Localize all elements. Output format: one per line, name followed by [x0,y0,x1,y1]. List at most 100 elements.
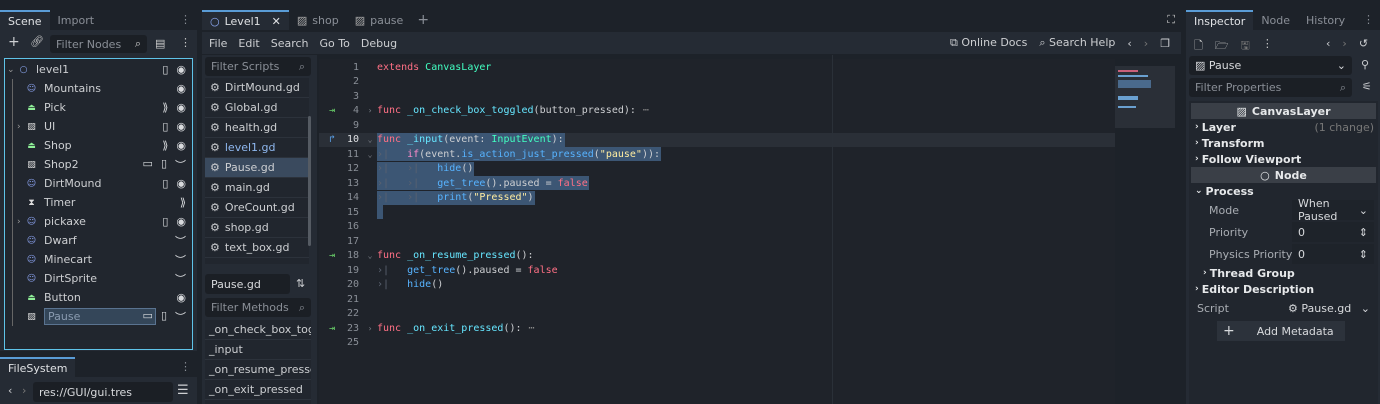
code-line[interactable]: ↱ 10 ⌄ func _input (event: InputEvent): [319,132,1115,147]
code-line[interactable]: 1 extends CanvasLayer [319,60,1115,75]
script-item[interactable]: ⚙ health.gd [205,118,309,138]
eye-icon[interactable]: ◉ [176,291,186,304]
add-tab-icon[interactable]: + [417,12,429,28]
object-history-icon[interactable]: ↺ [1359,37,1368,50]
spinbox[interactable]: 0 ⇕ [1292,222,1374,242]
eye-icon[interactable]: ◉ [176,120,186,133]
fold-open-icon[interactable]: ⌄ [363,135,377,144]
tree-item-pickaxe[interactable]: › ☺ pickaxe ▯ ◉ [5,212,192,231]
chevron-down-icon[interactable]: ⌄ [7,65,15,75]
tree-item-dirtmound[interactable]: ☺ DirtMound ▯ ◉ [5,174,192,193]
code-line[interactable]: ⇥ 4 › func _on_check_box_toggled (button_pre… [319,104,1115,119]
section-editor-description[interactable]: › Editor Description [1189,281,1378,297]
script-icon[interactable]: ▯ [161,157,167,173]
hidden-icon[interactable]: ︶ [175,309,186,325]
tab-filesystem[interactable]: FileSystem [0,357,76,377]
script-list-scrollbar[interactable] [308,116,311,246]
folded-code-icon[interactable]: ⋯ [637,105,649,116]
doc-icon[interactable]: ⚲ [1361,58,1369,71]
fold-open-icon[interactable]: ⌄ [363,251,377,260]
script-item[interactable]: ⚙ OreCount.gd [205,198,309,218]
property-options-icon[interactable]: ⚟ [1362,80,1372,93]
code-line[interactable]: 16 [319,220,1115,235]
link-icon[interactable]: 🔗︎ [30,35,44,48]
hidden-icon[interactable]: ︶ [175,271,186,287]
eye-icon[interactable]: ◉ [176,215,186,228]
code-line[interactable]: ⇥ 18 ⌄ func _on_resume_pressed (): [319,249,1115,264]
add-node-icon[interactable]: + [8,34,20,50]
fold-closed-icon[interactable]: › [363,106,377,115]
eye-icon[interactable]: ◉ [176,82,186,95]
chevron-right-icon[interactable]: › [17,217,21,227]
method-list[interactable]: _on_check_box_tog..._input_on_resume_pre… [205,320,311,404]
eye-icon[interactable]: ◉ [176,177,186,190]
menu-go-to[interactable]: Go To [320,37,350,50]
code-line[interactable]: 3 [319,89,1115,104]
new-resource-icon[interactable]: 🗋︎ [1194,37,1203,56]
override-icon[interactable]: ↱ [319,134,335,145]
section-transform[interactable]: › Transform [1189,135,1378,151]
filter-properties-input[interactable]: Filter Properties ⌕ [1189,78,1352,97]
script-item[interactable]: ⚙ Pause.gd [205,158,309,178]
code-line[interactable]: 15 [319,205,1115,220]
signal-icon[interactable]: ⟫ [162,139,168,152]
fold-open-icon[interactable]: ⌄ [363,150,377,159]
code-editor[interactable]: 1 extends CanvasLayer 2 3 ⇥ 4 › func _on_check_… [319,59,1115,404]
code-line[interactable]: 17 [319,234,1115,249]
back-icon[interactable]: ‹ [8,384,12,397]
forward-icon[interactable]: › [22,384,26,397]
add-metadata-button[interactable]: + Add Metadata [1217,321,1345,341]
script-icon[interactable]: ▯ [162,177,168,190]
tree-item-dirtsprite[interactable]: ☺ DirtSprite ︶ [5,269,192,288]
script-item[interactable]: ⚙ Global.gd [205,98,309,118]
chevron-right-icon[interactable]: › [17,122,21,132]
open-folder-icon[interactable]: 🗁︎ [1215,37,1229,56]
filter-scripts-input[interactable]: Filter Scripts ⌕ [205,57,311,76]
spinbox[interactable]: 0 ⇕ [1292,244,1374,264]
back-icon[interactable]: ‹ [1326,37,1330,50]
eye-icon[interactable]: ◉ [176,101,186,114]
menu-file[interactable]: File [209,37,227,50]
code-line[interactable]: 9 [319,118,1115,133]
script-item[interactable]: ⚙ DirtMound.gd [205,78,309,98]
tree-item-minecart[interactable]: ☺ Minecart ︶ [5,250,192,269]
menu-debug[interactable]: Debug [361,37,397,50]
dock-menu-icon[interactable]: ⋮ [180,13,191,26]
path-field[interactable]: res://GUI/gui.tres [33,382,173,402]
object-selector[interactable]: ▨ Pause ⌄ [1189,56,1352,75]
tree-item-pick[interactable]: ⏏ Pick ⟫ ◉ [5,98,192,117]
tree-item-button[interactable]: ⏏ Button ◉ [5,288,192,307]
code-line[interactable]: 22 [319,307,1115,322]
section-layer[interactable]: › Layer (1 change) [1189,119,1378,135]
tree-item-level1[interactable]: ⌄ ○ level1 ▯ ◉ [5,60,192,79]
float-window-icon[interactable]: ❐ [1160,37,1170,50]
signal-connection-icon[interactable]: ⇥ [319,250,335,261]
hidden-icon[interactable]: ︶ [175,157,186,173]
code-line[interactable]: 2 [319,75,1115,90]
more-icon[interactable]: ⋮ [180,36,191,49]
hidden-icon[interactable]: ︶ [175,252,186,268]
dock-menu-icon[interactable]: ⋮ [180,360,191,373]
section-thread-group[interactable]: › Thread Group [1189,265,1378,281]
signal-icon[interactable]: ⟫ [180,196,186,209]
script-item[interactable]: ⚙ main.gd [205,178,309,198]
code-line[interactable]: ⇥ 23 › func _on_exit_pressed (): ⋯ [319,321,1115,336]
script-list[interactable]: ⚙ DirtMound.gd ⚙ Global.gd ⚙ health.gd ⚙ level1… [205,78,309,264]
clapper-icon[interactable]: ▭ [143,309,153,325]
tree-item-shop2[interactable]: ▨ Shop2 ▭ ▯ ︶ [5,155,192,174]
save-icon[interactable]: 🖫︎ [1241,37,1250,56]
tab-scene[interactable]: Scene [0,10,50,30]
eye-icon[interactable]: ◉ [176,63,186,76]
script-remove-icon[interactable]: ▤ [155,37,165,50]
dock-menu-icon[interactable]: ⋮ [1363,13,1374,26]
folded-code-icon[interactable]: ⋯ [523,323,535,334]
section-follow-viewport[interactable]: › Follow Viewport [1189,151,1378,167]
forward-icon[interactable]: › [1342,37,1346,50]
layout-toggle-icon[interactable]: ☰ [177,383,189,398]
script-icon[interactable]: ▯ [162,63,168,76]
scene-tree[interactable]: ⌄ ○ level1 ▯ ◉ ☺ Mountains ◉ ⏏ Pick ⟫ ◉ › ▨ UI ▯ ◉ ⏏ Shop ⟫… [4,58,193,350]
more-icon[interactable]: ⋮ [1262,37,1273,56]
code-line[interactable]: 19 ›| get_tree ().paused = false [319,263,1115,278]
tab-history[interactable]: History [1298,10,1353,30]
tree-item-dwarf[interactable]: ☺ Dwarf ︶ [5,231,192,250]
